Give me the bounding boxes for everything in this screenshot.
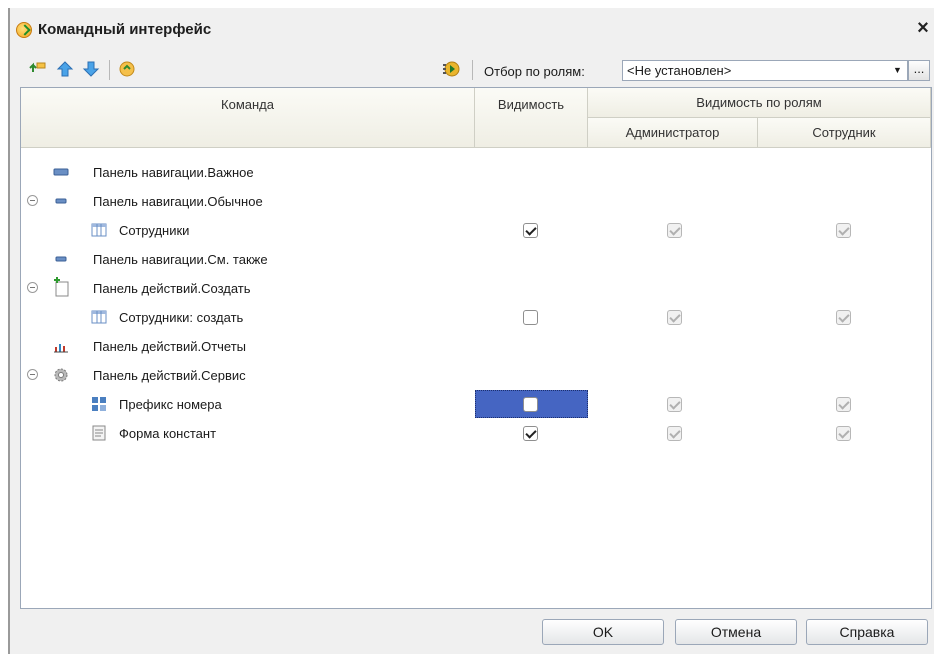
table-row[interactable]: Форма констант xyxy=(21,419,931,448)
column-header-role-admin[interactable]: Администратор xyxy=(588,118,758,148)
constants-form-icon xyxy=(92,425,106,441)
collapse-toggle-icon[interactable] xyxy=(27,369,38,380)
visibility-checkbox[interactable] xyxy=(523,397,538,412)
row-label: Панель навигации.Обычное xyxy=(93,194,263,209)
chevron-down-icon[interactable]: ▼ xyxy=(888,61,907,80)
role-admin-checkbox[interactable] xyxy=(667,310,682,325)
table-row[interactable]: Сотрудники xyxy=(21,216,931,245)
row-label: Форма констант xyxy=(119,426,217,441)
role-employee-checkbox[interactable] xyxy=(836,223,851,238)
column-header-role-employee[interactable]: Сотрудник xyxy=(758,118,931,148)
table-row[interactable]: Префикс номера xyxy=(21,390,931,419)
row-label: Префикс номера xyxy=(119,397,222,412)
nav-see-also-icon xyxy=(55,256,67,262)
row-label: Сотрудники xyxy=(119,223,190,238)
catalog-icon xyxy=(91,310,107,324)
window-title: Командный интерфейс xyxy=(38,21,212,38)
select-role-button[interactable]: ... xyxy=(908,60,930,81)
column-header-visibility[interactable]: Видимость xyxy=(475,88,588,148)
create-document-icon xyxy=(54,277,69,297)
column-header-roles-group: Видимость по ролям xyxy=(588,88,931,118)
visibility-checkbox[interactable] xyxy=(523,223,538,238)
visibility-checkbox[interactable] xyxy=(523,426,538,441)
role-admin-checkbox[interactable] xyxy=(667,426,682,441)
row-label: Панель навигации.См. также xyxy=(93,252,268,267)
apply-filter-icon[interactable] xyxy=(442,60,460,78)
row-label: Панель действий.Создать xyxy=(93,281,251,296)
move-up-icon[interactable] xyxy=(56,60,74,78)
command-table: Команда Видимость Видимость по ролям Адм… xyxy=(20,87,932,609)
nav-important-icon xyxy=(53,168,69,176)
table-row[interactable]: Панель действий.Сервис xyxy=(21,361,931,390)
table-row[interactable]: Панель действий.Отчеты xyxy=(21,332,931,361)
collapse-toggle-icon[interactable] xyxy=(27,195,38,206)
role-admin-checkbox[interactable] xyxy=(667,397,682,412)
table-row[interactable]: Панель действий.Создать xyxy=(21,274,931,303)
title-bar: Командный интерфейс × xyxy=(8,8,934,50)
table-row[interactable]: Панель навигации.Важное xyxy=(21,158,931,187)
help-button[interactable]: Справка xyxy=(806,619,928,645)
ok-button[interactable]: OK xyxy=(542,619,664,645)
column-header-command[interactable]: Команда xyxy=(21,88,475,148)
cancel-button[interactable]: Отмена xyxy=(675,619,797,645)
row-label: Сотрудники: создать xyxy=(119,310,244,325)
toolbar-separator xyxy=(109,60,110,80)
nav-regular-icon xyxy=(55,198,67,204)
move-down-icon[interactable] xyxy=(82,60,100,78)
row-label: Панель действий.Сервис xyxy=(93,368,246,383)
toolbar-separator xyxy=(472,60,473,80)
processing-icon xyxy=(92,397,106,411)
role-employee-checkbox[interactable] xyxy=(836,310,851,325)
role-filter-select[interactable]: <Не установлен> xyxy=(622,60,908,81)
service-gear-icon xyxy=(54,368,68,382)
move-to-group-icon[interactable] xyxy=(28,60,46,78)
app-logo-icon xyxy=(16,22,32,38)
collapse-toggle-icon[interactable] xyxy=(27,282,38,293)
role-employee-checkbox[interactable] xyxy=(836,426,851,441)
table-row[interactable]: Сотрудники: создать xyxy=(21,303,931,332)
visibility-checkbox[interactable] xyxy=(523,310,538,325)
close-button[interactable]: × xyxy=(912,17,934,39)
reports-chart-icon xyxy=(54,344,68,353)
refresh-icon[interactable] xyxy=(118,60,136,78)
catalog-icon xyxy=(91,223,107,237)
role-admin-checkbox[interactable] xyxy=(667,223,682,238)
row-label: Панель действий.Отчеты xyxy=(93,339,247,354)
toolbar: Отбор по ролям: <Не установлен> ▼ ... xyxy=(10,52,934,86)
row-label: Панель навигации.Важное xyxy=(93,165,254,180)
role-employee-checkbox[interactable] xyxy=(836,397,851,412)
table-row[interactable]: Панель навигации.Обычное xyxy=(21,187,931,216)
table-row[interactable]: Панель навигации.См. также xyxy=(21,245,931,274)
role-filter-label: Отбор по ролям: xyxy=(484,64,585,79)
